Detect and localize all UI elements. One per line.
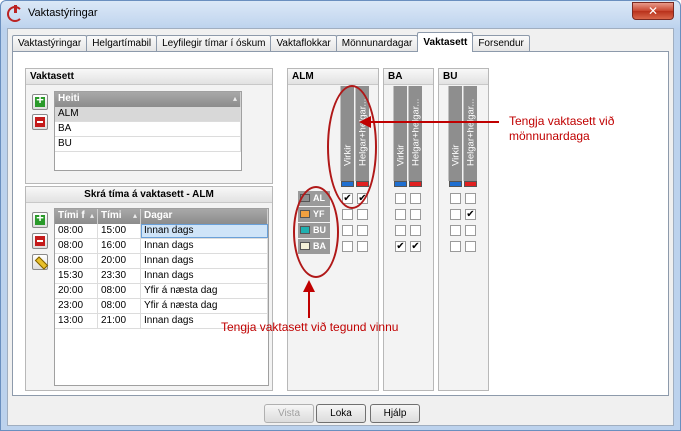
bu-al-virkir-checkbox[interactable] [450, 193, 461, 204]
ba-yf-virkir-checkbox[interactable] [395, 209, 406, 220]
tab-helgartimabil[interactable]: Helgartímabil [86, 35, 158, 52]
alm-bu-helgar-checkbox[interactable] [357, 225, 368, 236]
close-button[interactable]: ✕ [632, 2, 674, 20]
annotation-arrow-bottom [308, 290, 310, 318]
timi-til-column-header[interactable]: Tími ▴ [98, 209, 141, 224]
alm-yf-helgar-checkbox[interactable] [357, 209, 368, 220]
table-row[interactable]: BU [55, 137, 241, 152]
skra-tima-panel-title: Skrá tíma á vaktasett - ALM [26, 187, 272, 203]
bu-ba-virkir-checkbox[interactable] [450, 241, 461, 252]
alm-matrix-title: ALM [288, 69, 378, 85]
window-title: Vaktastýringar [28, 7, 98, 19]
tab-vaktastyringar[interactable]: Vaktastýringar [12, 35, 88, 52]
ba-ba-virkir-checkbox[interactable]: ✔ [395, 241, 406, 252]
ba-ba-helgar-checkbox[interactable]: ✔ [410, 241, 421, 252]
table-row[interactable]: 23:00 08:00 Yfir á næsta dag [55, 299, 268, 314]
alm-ba-helgar-checkbox[interactable] [357, 241, 368, 252]
tab-vaktaflokkar[interactable]: Vaktaflokkar [270, 35, 337, 52]
title-bar[interactable]: Vaktastýringar ✕ [1, 1, 680, 27]
bu-al-helgar-checkbox[interactable] [465, 193, 476, 204]
ba-yf-helgar-checkbox[interactable] [410, 209, 421, 220]
annotation-arrowhead-bottom [303, 280, 315, 292]
skra-tima-panel: Skrá tíma á vaktasett - ALM Tími f▴ Tími… [25, 186, 273, 391]
table-row[interactable]: 08:00 20:00 Innan dags [55, 254, 268, 269]
annotation-note-bottom: Tengja vaktasett við tegund vinnu [221, 320, 399, 334]
annotation-arrowhead-top [359, 116, 371, 128]
annotation-oval-columns [327, 85, 377, 209]
vaktasett-panel-title: Vaktasett [26, 69, 272, 85]
vaktasett-panel: Vaktasett Heiti▴ ALM BA BU [25, 68, 273, 184]
helgar-column-header[interactable]: Helgar+helgar... [408, 86, 422, 181]
alm-yf-virkir-checkbox[interactable] [342, 209, 353, 220]
bu-yf-helgar-checkbox[interactable]: ✔ [465, 209, 476, 220]
virkir-color-swatch [394, 181, 407, 187]
tab-monnunardagar[interactable]: Mönnunardagar [335, 35, 419, 52]
helgar-color-swatch [409, 181, 422, 187]
bu-yf-virkir-checkbox[interactable] [450, 209, 461, 220]
loka-button[interactable]: Loka [316, 404, 366, 423]
skra-tima-grid-header: Tími f ▴ Tími ▴ Dagar [55, 209, 268, 224]
alm-bu-virkir-checkbox[interactable] [342, 225, 353, 236]
vaktasett-grid: Heiti ▴ ALM BA BU [54, 91, 242, 171]
add-time-button[interactable] [32, 210, 48, 228]
hjalp-button[interactable]: Hjálp [370, 404, 420, 423]
heiti-column-header[interactable]: Heiti ▴ [55, 92, 241, 107]
dialog-body: Vaktastýringar Helgartímabil Leyfilegir … [7, 28, 674, 426]
ba-al-virkir-checkbox[interactable] [395, 193, 406, 204]
table-row[interactable]: 20:00 08:00 Yfir á næsta dag [55, 284, 268, 299]
vista-button[interactable]: Vista [264, 404, 314, 423]
add-vaktasett-button[interactable] [32, 92, 48, 110]
ba-al-helgar-checkbox[interactable] [410, 193, 421, 204]
annotation-oval-rows [293, 186, 339, 278]
table-row[interactable]: BA [55, 122, 241, 137]
bu-matrix-panel: BU Virkir Helgar+helgar... ✔ [438, 68, 489, 391]
bu-bu-virkir-checkbox[interactable] [450, 225, 461, 236]
tab-strip: Vaktastýringar Helgartímabil Leyfilegir … [12, 32, 530, 52]
table-row[interactable]: 15:30 23:30 Innan dags [55, 269, 268, 284]
vaktasett-grid-header: Heiti ▴ [55, 92, 241, 107]
vaktasett-tab-pane: Vaktasett Heiti▴ ALM BA BU Skrá tíma á v… [12, 51, 669, 396]
virkir-column-header[interactable]: Virkir [448, 86, 462, 181]
table-row[interactable]: 08:00 16:00 Innan dags [55, 239, 268, 254]
remove-time-button[interactable] [32, 233, 48, 249]
annotation-arrow-top [369, 121, 499, 123]
edit-time-button[interactable] [32, 254, 48, 270]
ba-bu-helgar-checkbox[interactable] [410, 225, 421, 236]
ba-matrix-panel: BA Virkir Helgar+helgar... ✔ ✔ [383, 68, 434, 391]
app-icon [7, 5, 23, 22]
table-row[interactable]: 08:00 15:00 Innan dags [55, 224, 268, 239]
virkir-column-header[interactable]: Virkir [393, 86, 407, 181]
tab-leyfilegir-timar[interactable]: Leyfilegir tímar í óskum [156, 35, 272, 52]
application-window: Vaktastýringar ✕ Vaktastýringar Helgartí… [0, 0, 681, 431]
helgar-color-swatch [464, 181, 477, 187]
remove-vaktasett-button[interactable] [32, 114, 48, 130]
skra-tima-grid: Tími f ▴ Tími ▴ Dagar 08:00 15:00 Innan dags… [54, 208, 269, 386]
bu-matrix-title: BU [439, 69, 488, 85]
table-row[interactable]: ALM [55, 107, 241, 122]
bu-ba-helgar-checkbox[interactable] [465, 241, 476, 252]
ba-bu-virkir-checkbox[interactable] [395, 225, 406, 236]
bu-bu-helgar-checkbox[interactable] [465, 225, 476, 236]
annotation-note-top: Tengja vaktasett við mönnunardaga [509, 114, 615, 143]
tab-vaktasett[interactable]: Vaktasett [417, 32, 474, 52]
timi-fra-column-header[interactable]: Tími f ▴ [55, 209, 98, 224]
helgar-column-header[interactable]: Helgar+helgar... [463, 86, 477, 181]
tab-forsendur[interactable]: Forsendur [472, 35, 530, 52]
virkir-color-swatch [449, 181, 462, 187]
dagar-column-header[interactable]: Dagar [141, 209, 268, 224]
alm-ba-virkir-checkbox[interactable] [342, 241, 353, 252]
ba-matrix-title: BA [384, 69, 433, 85]
